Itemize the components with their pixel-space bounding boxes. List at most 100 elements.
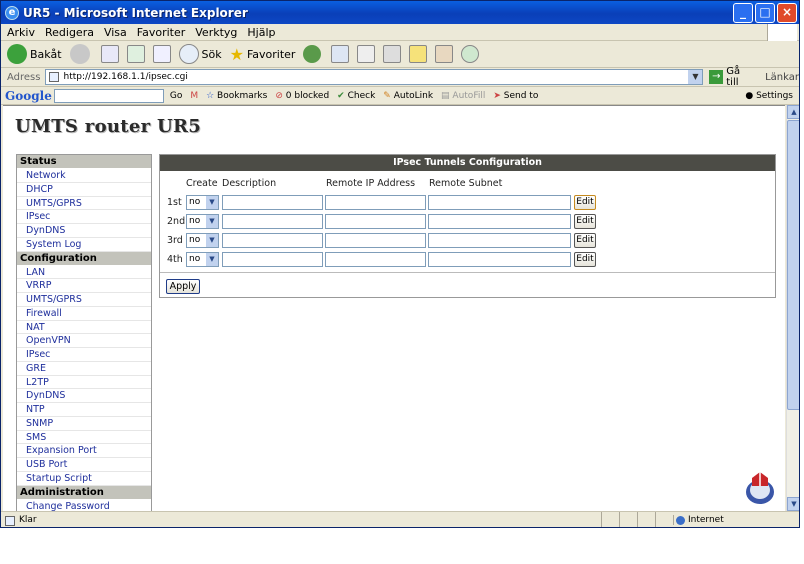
remote-subnet-input[interactable] xyxy=(428,252,571,267)
popup-blocker[interactable]: ⊘ 0 blocked xyxy=(275,91,329,101)
back-button[interactable]: Bakåt xyxy=(7,44,62,64)
description-input[interactable] xyxy=(222,233,323,248)
gmail-icon[interactable]: M xyxy=(190,91,198,101)
remote-subnet-input[interactable] xyxy=(428,214,571,229)
sidebar-item-snmp[interactable]: SNMP xyxy=(17,416,151,431)
sidebar-item-change-password[interactable]: Change Password xyxy=(17,499,151,511)
refresh-icon[interactable] xyxy=(126,45,145,63)
sendto-button[interactable]: ➤ Send to xyxy=(493,91,538,101)
menu-tools[interactable]: Verktyg xyxy=(195,26,237,39)
search-button[interactable]: Sök xyxy=(178,44,222,64)
research-icon[interactable] xyxy=(435,45,454,63)
browser-window: e UR5 - Microsoft Internet Explorer _ □ … xyxy=(0,0,800,528)
edit-button[interactable]: Edit xyxy=(574,252,596,267)
sidebar-item-gre[interactable]: GRE xyxy=(17,361,151,376)
menu-view[interactable]: Visa xyxy=(104,26,127,39)
address-url: http://192.168.1.1/ipsec.cgi xyxy=(63,72,188,82)
google-go-button[interactable]: Go xyxy=(170,91,182,101)
standard-toolbar: Bakåt Sök ★ Favoriter xyxy=(1,41,799,68)
go-button[interactable]: → Gå till xyxy=(709,66,755,88)
sidebar-item-umts-gprs[interactable]: UMTS/GPRS xyxy=(17,293,151,307)
print-icon[interactable] xyxy=(357,45,376,63)
bookmarks-button[interactable]: ☆ Bookmarks xyxy=(206,91,267,101)
check-label: Check xyxy=(347,90,376,101)
edit-button[interactable]: Edit xyxy=(574,214,596,229)
sidebar-item-status-dyndns[interactable]: DynDNS xyxy=(17,224,151,238)
menu-edit[interactable]: Redigera xyxy=(45,26,94,39)
close-button[interactable]: × xyxy=(777,2,797,23)
links-label[interactable]: Länkar xyxy=(765,72,799,83)
messenger-icon[interactable] xyxy=(461,45,480,63)
create-select[interactable]: no ▼ xyxy=(186,233,219,248)
wand-icon: ✎ xyxy=(383,90,391,101)
home-icon[interactable] xyxy=(152,45,171,63)
sidebar-item-status-system-log[interactable]: System Log xyxy=(17,237,151,252)
favorites-label: Favoriter xyxy=(246,47,296,61)
back-label: Bakåt xyxy=(30,47,62,61)
sidebar-item-dyndns[interactable]: DynDNS xyxy=(17,389,151,403)
menu-file[interactable]: Arkiv xyxy=(7,26,35,39)
scroll-down-icon[interactable]: ▼ xyxy=(787,497,799,511)
create-select[interactable]: no ▼ xyxy=(186,195,219,210)
menu-help[interactable]: Hjälp xyxy=(247,26,275,39)
remote-ip-input[interactable] xyxy=(325,252,426,267)
remote-ip-input[interactable] xyxy=(325,195,426,210)
sidebar-item-sms[interactable]: SMS xyxy=(17,430,151,445)
google-logo: Google xyxy=(5,88,52,103)
status-cell xyxy=(655,511,673,527)
sidebar-item-usb-port[interactable]: USB Port xyxy=(17,458,151,472)
forward-button[interactable] xyxy=(69,44,93,64)
scroll-up-icon[interactable]: ▲ xyxy=(787,105,799,119)
globe-icon xyxy=(676,516,685,525)
sidebar-item-ipsec[interactable]: IPsec xyxy=(17,348,151,362)
page-icon xyxy=(49,72,60,82)
vendor-logo-icon xyxy=(743,470,777,506)
status-text: Klar xyxy=(19,515,37,525)
discuss-icon[interactable] xyxy=(409,45,428,63)
remote-ip-input[interactable] xyxy=(325,214,426,229)
address-input[interactable]: http://192.168.1.1/ipsec.cgi ▼ xyxy=(45,69,704,85)
menu-favorites[interactable]: Favoriter xyxy=(137,26,185,39)
remote-subnet-input[interactable] xyxy=(428,195,571,210)
edit-button[interactable]: Edit xyxy=(574,233,596,248)
sidebar-item-startup-script[interactable]: Startup Script xyxy=(17,471,151,486)
remote-ip-input[interactable] xyxy=(325,233,426,248)
spellcheck-button[interactable]: ✔ Check xyxy=(337,91,375,101)
description-input[interactable] xyxy=(222,252,323,267)
sidebar-item-nat[interactable]: NAT xyxy=(17,320,151,335)
description-input[interactable] xyxy=(222,195,323,210)
sidebar-item-status-dhcp[interactable]: DHCP xyxy=(17,182,151,197)
stop-icon[interactable] xyxy=(100,45,119,63)
mail-icon[interactable] xyxy=(331,45,350,63)
settings-button[interactable]: ● Settings xyxy=(745,91,793,101)
create-select[interactable]: no ▼ xyxy=(186,252,219,267)
autolink-button[interactable]: ✎ AutoLink xyxy=(383,91,433,101)
autolink-label: AutoLink xyxy=(393,90,434,101)
edit-button[interactable]: Edit xyxy=(574,195,596,210)
sidebar-item-lan[interactable]: LAN xyxy=(17,265,151,280)
sidebar-item-status-umts-gprs[interactable]: UMTS/GPRS xyxy=(17,196,151,211)
description-input[interactable] xyxy=(222,214,323,229)
sidebar-item-openvpn[interactable]: OpenVPN xyxy=(17,334,151,348)
chevron-down-icon[interactable]: ▼ xyxy=(688,70,703,84)
vertical-scrollbar[interactable]: ▲ ▼ xyxy=(786,105,799,511)
apply-button[interactable]: Apply xyxy=(166,279,200,294)
sidebar-item-ntp[interactable]: NTP xyxy=(17,403,151,417)
bookmarks-label: Bookmarks xyxy=(217,90,268,101)
history-icon[interactable] xyxy=(303,45,322,63)
sidebar-item-l2tp[interactable]: L2TP xyxy=(17,375,151,390)
scroll-thumb[interactable] xyxy=(787,120,799,410)
edit-icon[interactable] xyxy=(383,45,402,63)
sidebar-item-status-ipsec[interactable]: IPsec xyxy=(17,210,151,224)
maximize-button[interactable]: □ xyxy=(755,2,775,23)
sidebar-item-expansion-port[interactable]: Expansion Port xyxy=(17,444,151,458)
remote-subnet-input[interactable] xyxy=(428,233,571,248)
sidebar-item-firewall[interactable]: Firewall xyxy=(17,306,151,321)
sidebar-item-status-network[interactable]: Network xyxy=(17,169,151,183)
minimize-button[interactable]: _ xyxy=(733,2,753,23)
google-search-input[interactable] xyxy=(53,88,164,103)
create-select[interactable]: no ▼ xyxy=(186,214,219,229)
favorites-button[interactable]: ★ Favoriter xyxy=(230,45,296,64)
sidebar-item-vrrp[interactable]: VRRP xyxy=(17,279,151,293)
autofill-button[interactable]: ▤ AutoFill xyxy=(441,91,485,101)
